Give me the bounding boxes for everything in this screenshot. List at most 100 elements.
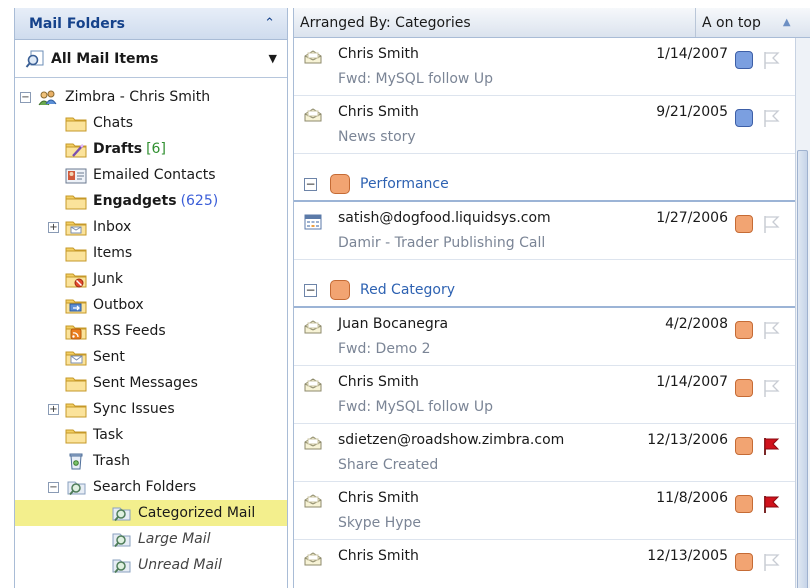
folder-search-folders[interactable]: − Search Folders (15, 474, 287, 500)
folder-label: RSS Feeds (93, 323, 166, 339)
message-subject: Share Created (338, 457, 439, 473)
contacts-icon (65, 167, 87, 184)
category-icon[interactable] (735, 437, 753, 455)
message-subject: Damir - Trader Publishing Call (338, 235, 546, 251)
flag-icon[interactable] (762, 378, 780, 398)
folder-label: Search Folders (93, 479, 197, 495)
message-row[interactable]: Chris Smith Skype Hype 11/8/2006 (294, 482, 810, 540)
folder-large-mail[interactable]: Large Mail (15, 526, 287, 552)
flag-icon[interactable] (762, 552, 780, 572)
message-row[interactable]: Chris Smith Fwd: MySQL follow Up 1/14/2007 (294, 366, 810, 424)
arranged-by-header[interactable]: Arranged By: Categories (294, 15, 695, 31)
message-subject: News story (338, 129, 416, 145)
message-sender: satish@dogfood.liquidsys.com (338, 210, 551, 226)
message-row[interactable]: sdietzen@roadshow.zimbra.com Share Create… (294, 424, 810, 482)
folder-task[interactable]: Task (15, 422, 287, 448)
category-group-performance[interactable]: − Performance (294, 154, 810, 202)
folder-icon (65, 193, 87, 210)
envelope-icon (304, 494, 322, 508)
category-icon[interactable] (735, 51, 753, 69)
calendar-icon (304, 214, 322, 230)
flag-icon[interactable] (762, 320, 780, 340)
flag-red-icon[interactable] (762, 436, 780, 456)
folder-icon (65, 427, 87, 444)
folder-label: Sent (93, 349, 125, 365)
collapse-group-icon[interactable]: − (304, 178, 317, 191)
message-sender: Chris Smith (338, 104, 419, 120)
category-group-red-category[interactable]: − Red Category (294, 260, 810, 308)
inbox-icon (65, 219, 87, 236)
collapse-pane-icon[interactable]: ⌃︎ (264, 16, 275, 31)
outbox-icon (65, 297, 87, 314)
flag-icon[interactable] (762, 214, 780, 234)
category-icon[interactable] (735, 495, 753, 513)
folder-label: Drafts (93, 141, 143, 157)
category-icon[interactable] (735, 553, 753, 571)
message-row[interactable]: Chris Smith Fwd: MySQL follow Up 1/14/2007 (294, 38, 810, 96)
folder-label: Task (93, 427, 124, 443)
view-selector[interactable]: All Mail Items ▼ (15, 40, 287, 78)
rss-icon (65, 323, 87, 340)
chevron-down-icon[interactable]: ▼ (269, 52, 277, 65)
category-icon[interactable] (735, 321, 753, 339)
category-icon[interactable] (735, 109, 753, 127)
flag-icon[interactable] (762, 108, 780, 128)
message-sender: Chris Smith (338, 548, 419, 564)
folder-trash[interactable]: Trash (15, 448, 287, 474)
scrollbar[interactable] (795, 38, 810, 588)
folder-label: Sent Messages (93, 375, 198, 391)
collapse-group-icon[interactable]: − (304, 284, 317, 297)
folder-junk[interactable]: Junk (15, 266, 287, 292)
category-icon[interactable] (735, 215, 753, 233)
folder-label: Sync Issues (93, 401, 175, 417)
folder-emailed-contacts[interactable]: Emailed Contacts (15, 162, 287, 188)
folder-sent-messages[interactable]: Sent Messages (15, 370, 287, 396)
sent-icon (65, 349, 87, 366)
collapse-icon[interactable]: − (48, 481, 59, 493)
search-folder-icon (110, 531, 132, 548)
expand-icon[interactable]: + (48, 403, 59, 415)
flag-icon[interactable] (762, 50, 780, 70)
search-folder-icon (110, 557, 132, 574)
category-group-label: Red Category (360, 282, 455, 298)
folder-sent[interactable]: Sent (15, 344, 287, 370)
collapse-icon[interactable]: − (20, 91, 31, 103)
search-folder-icon (65, 479, 87, 496)
message-row[interactable]: satish@dogfood.liquidsys.com Damir - Trad… (294, 202, 810, 260)
folder-sync-issues[interactable]: + Sync Issues (15, 396, 287, 422)
folder-zimbra-chris-smith[interactable]: − Zimbra - Chris Smith (15, 84, 287, 110)
search-mail-icon (25, 50, 44, 68)
folder-label: Large Mail (138, 531, 211, 547)
folder-items[interactable]: Items (15, 240, 287, 266)
folder-chats[interactable]: Chats (15, 110, 287, 136)
message-subject: Fwd: MySQL follow Up (338, 399, 493, 415)
message-row[interactable]: Chris Smith News story 9/21/2005 (294, 96, 810, 154)
folder-label: Unread Mail (138, 557, 222, 573)
envelope-icon (304, 108, 322, 122)
envelope-icon (304, 552, 322, 566)
message-row[interactable]: Chris Smith 12/13/2005 (294, 540, 810, 588)
message-date: 11/8/2006 (656, 490, 728, 506)
message-row[interactable]: Juan Bocanegra Fwd: Demo 2 4/2/2008 (294, 308, 810, 366)
scrollbar-thumb[interactable] (797, 150, 808, 588)
folder-inbox[interactable]: + Inbox (15, 214, 287, 240)
folder-drafts[interactable]: Drafts [6] (15, 136, 287, 162)
message-date: 1/14/2007 (656, 374, 728, 390)
message-list-pane: Arranged By: Categories A on top ▲ Chris… (293, 8, 810, 588)
message-list: Chris Smith Fwd: MySQL follow Up 1/14/2007… (294, 38, 810, 588)
folder-label: Trash (93, 453, 130, 469)
category-icon[interactable] (735, 379, 753, 397)
message-sender: sdietzen@roadshow.zimbra.com (338, 432, 565, 448)
folder-rss-feeds[interactable]: RSS Feeds (15, 318, 287, 344)
folder-categorized-mail[interactable]: Categorized Mail (15, 500, 287, 526)
folder-outbox[interactable]: Outbox (15, 292, 287, 318)
flag-red-icon[interactable] (762, 494, 780, 514)
mail-folders-title: Mail Folders (29, 15, 126, 32)
message-subject: Skype Hype (338, 515, 422, 531)
sort-order-header[interactable]: A on top ▲ (695, 8, 810, 37)
folder-engadgets[interactable]: Engadgets (625) (15, 188, 287, 214)
mail-folders-pane: Mail Folders ⌃︎ All Mail Items ▼ − Zimbra… (14, 8, 288, 588)
folder-label: Categorized Mail (138, 505, 256, 521)
expand-icon[interactable]: + (48, 221, 59, 233)
folder-unread-mail[interactable]: Unread Mail (15, 552, 287, 578)
